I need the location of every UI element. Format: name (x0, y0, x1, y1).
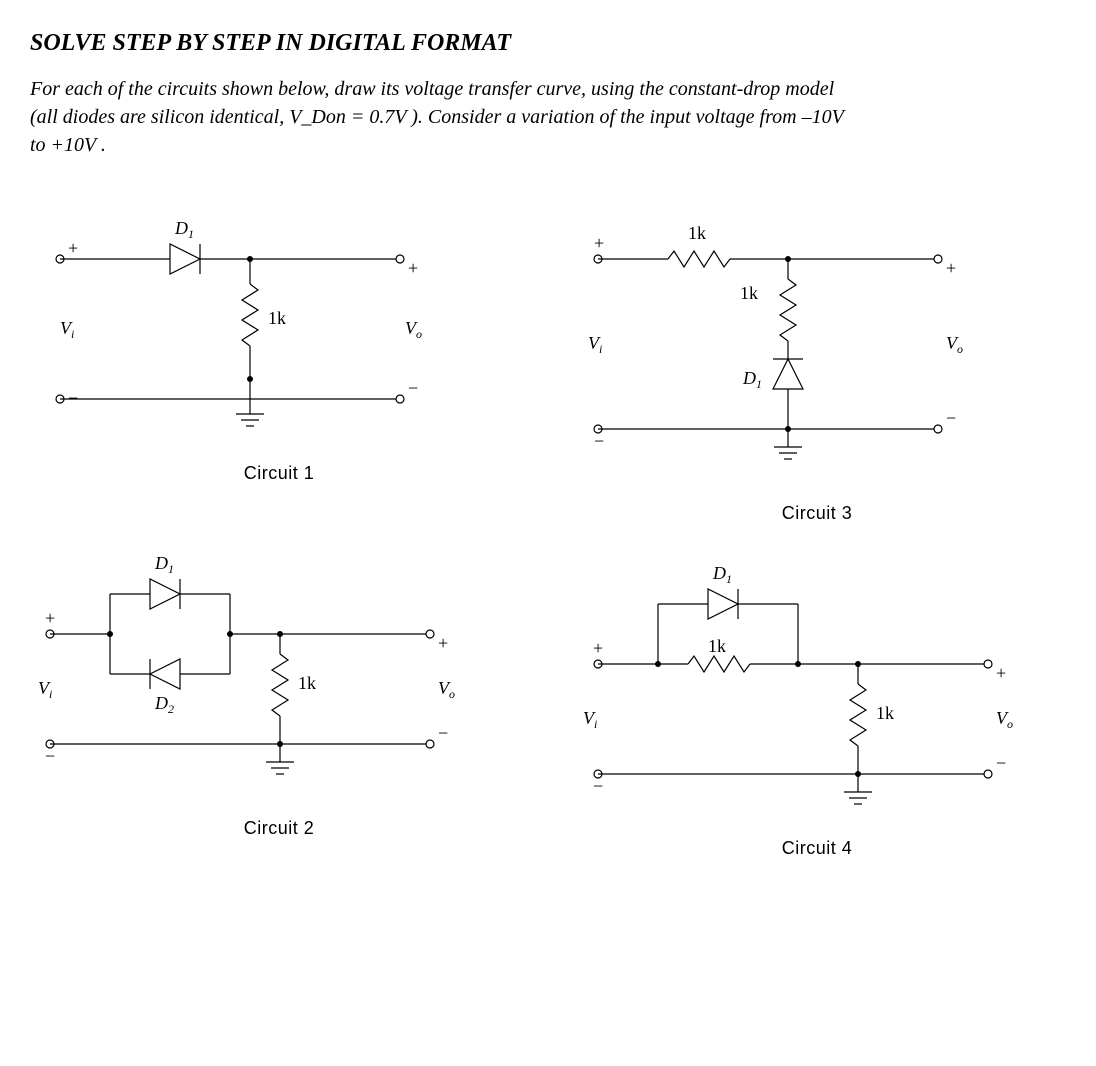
svg-text:Vi: Vi (583, 708, 597, 731)
terminal-icon (396, 255, 404, 263)
terminal-icon (934, 255, 942, 263)
terminal-icon (396, 395, 404, 403)
svg-text:Vi: Vi (60, 318, 74, 341)
r1k-label: 1k (876, 703, 894, 723)
r1k-label: 1k (708, 636, 726, 656)
minus-icon: − (408, 378, 418, 398)
svg-text:Vi: Vi (588, 333, 602, 356)
plus-icon: + (594, 233, 604, 253)
plus-icon: + (45, 608, 55, 628)
svg-text:D1: D1 (174, 218, 194, 241)
svg-text:Vo: Vo (405, 318, 422, 341)
terminal-icon (426, 630, 434, 638)
circuit-grid: D1 1k + − Vi + − Vo Circuit 1 (30, 199, 1066, 859)
terminal-icon (984, 770, 992, 778)
plus-icon: + (408, 258, 418, 278)
minus-icon: − (593, 776, 603, 796)
plus-icon: + (946, 258, 956, 278)
plus-icon: + (438, 633, 448, 653)
plus-icon: + (68, 238, 78, 258)
d1-label: D (174, 218, 188, 238)
plus-icon: + (593, 638, 603, 658)
svg-text:Vo: Vo (996, 708, 1013, 731)
circuit-caption: Circuit 1 (30, 463, 528, 484)
r1k-label: 1k (740, 283, 758, 303)
minus-icon: − (996, 753, 1006, 773)
d1-label: D (712, 563, 726, 583)
d1-label: D (742, 368, 756, 388)
circuit-2: D1 D2 1k + − Vi + − Vo Circuit 2 (30, 534, 528, 859)
terminal-icon (934, 425, 942, 433)
svg-text:Vo: Vo (946, 333, 963, 356)
svg-text:D1: D1 (154, 553, 174, 576)
minus-icon: − (68, 388, 78, 408)
svg-text:Vi: Vi (38, 678, 52, 701)
circuit-caption: Circuit 3 (568, 503, 1066, 524)
svg-text:D2: D2 (154, 693, 174, 716)
d2-label: D (154, 693, 168, 713)
circuit-4: D1 1k 1k + − Vi + − Vo Circuit 4 (568, 534, 1066, 859)
minus-icon: − (45, 746, 55, 766)
circuit-1: D1 1k + − Vi + − Vo Circuit 1 (30, 199, 528, 524)
d1-label: D (154, 553, 168, 573)
circuit-4-svg: D1 1k 1k + − Vi + − Vo (568, 534, 1028, 834)
circuit-3: 1k 1k D1 + − Vi + − Vo Circuit 3 (568, 199, 1066, 524)
svg-text:D1: D1 (712, 563, 732, 586)
svg-text:Vo: Vo (438, 678, 455, 701)
circuit-caption: Circuit 4 (568, 838, 1066, 859)
minus-icon: − (946, 408, 956, 428)
circuit-1-svg: D1 1k + − Vi + − Vo (30, 199, 450, 459)
r1k-label: 1k (298, 673, 316, 693)
r1k-label: 1k (268, 308, 286, 328)
minus-icon: − (438, 723, 448, 743)
page-title: SOLVE STEP BY STEP IN DIGITAL FORMAT (30, 30, 1066, 57)
circuit-3-svg: 1k 1k D1 + − Vi + − Vo (568, 199, 988, 499)
r1k-label: 1k (688, 223, 706, 243)
problem-statement: For each of the circuits shown below, dr… (30, 75, 850, 159)
plus-icon: + (996, 663, 1006, 683)
circuit-2-svg: D1 D2 1k + − Vi + − Vo (30, 534, 470, 814)
circuit-caption: Circuit 2 (30, 818, 528, 839)
minus-icon: − (594, 431, 604, 451)
svg-text:D1: D1 (742, 368, 762, 391)
terminal-icon (426, 740, 434, 748)
terminal-icon (984, 660, 992, 668)
